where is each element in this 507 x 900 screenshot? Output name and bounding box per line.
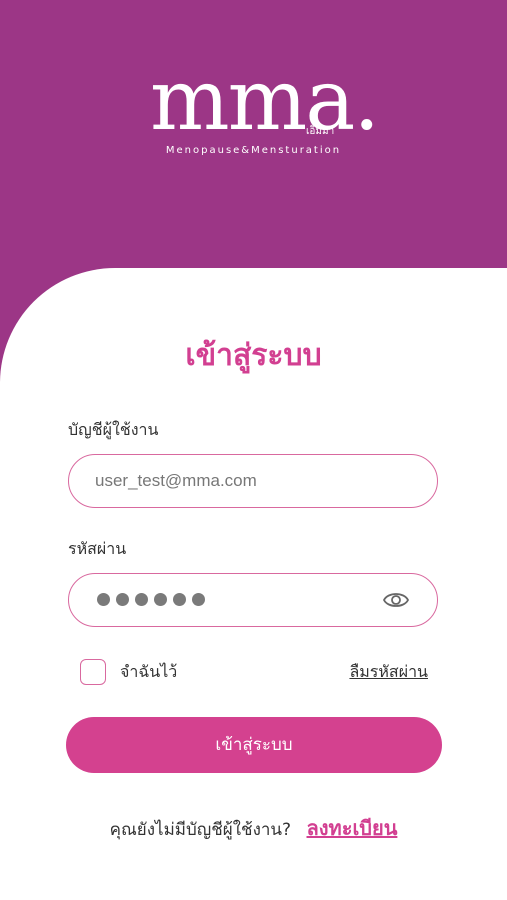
page-title: เข้าสู่ระบบ <box>185 338 322 373</box>
password-dot <box>116 593 129 606</box>
eye-icon[interactable] <box>383 589 409 611</box>
password-dot <box>97 593 110 606</box>
password-label: รหัสผ่าน <box>68 539 127 558</box>
remember-checkbox[interactable] <box>80 659 106 685</box>
forgot-password-link[interactable]: ลืมรหัสผ่าน <box>349 660 428 685</box>
password-masked-value <box>97 574 205 625</box>
remember-label: จำฉันไว้ <box>120 662 178 681</box>
account-label: บัญชีผู้ใช้งาน <box>68 420 159 439</box>
password-dot <box>154 593 167 606</box>
account-field-wrapper <box>68 454 438 508</box>
password-field[interactable] <box>68 573 438 627</box>
login-button[interactable]: เข้าสู่ระบบ <box>66 717 442 773</box>
logo-tagline: Menopause&Mensturation <box>165 145 342 156</box>
password-dot <box>135 593 148 606</box>
signup-row: คุณยังไม่มีบัญชีผู้ใช้งาน? ลงทะเบียน <box>0 812 507 844</box>
account-input[interactable] <box>95 455 395 506</box>
password-dot <box>192 593 205 606</box>
signup-prompt: คุณยังไม่มีบัญชีผู้ใช้งาน? <box>109 820 292 840</box>
password-dot <box>173 593 186 606</box>
signup-link[interactable]: ลงทะเบียน <box>307 816 398 840</box>
logo-wordmark: mma. <box>150 51 380 149</box>
